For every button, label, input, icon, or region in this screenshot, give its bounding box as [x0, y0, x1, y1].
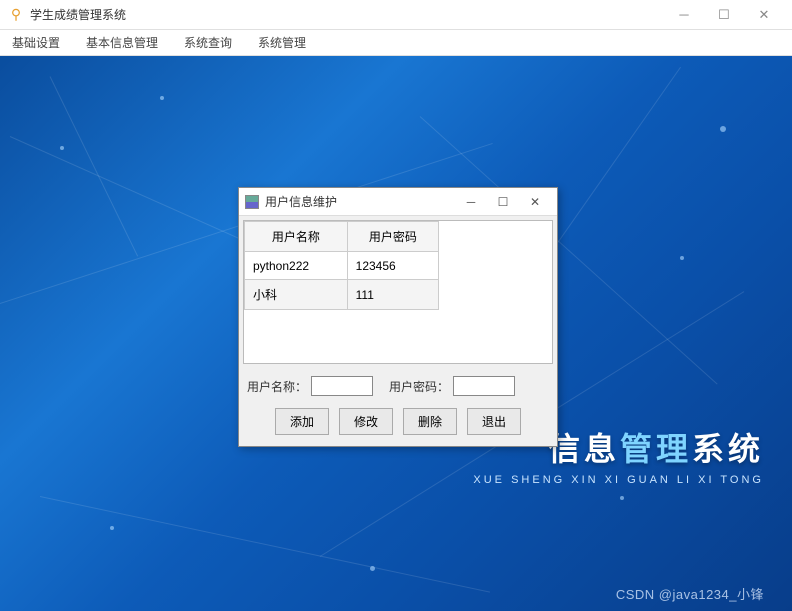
- dialog-minimize-button[interactable]: ─: [455, 191, 487, 213]
- dialog-close-button[interactable]: ✕: [519, 191, 551, 213]
- app-icon: ⚲: [8, 7, 24, 23]
- maximize-button[interactable]: ☐: [704, 2, 744, 28]
- menu-bar: 基础设置 基本信息管理 系统查询 系统管理: [0, 30, 792, 56]
- button-row: 添加 修改 删除 退出: [243, 408, 553, 435]
- menu-basic-settings[interactable]: 基础设置: [8, 31, 64, 54]
- user-info-dialog: 用户信息维护 ─ ☐ ✕ 用户名称 用户密码: [238, 187, 558, 447]
- username-input[interactable]: [311, 376, 373, 396]
- form-row: 用户名称： 用户密码：: [243, 376, 553, 396]
- main-window-controls: ─ ☐ ✕: [664, 2, 784, 28]
- brand-mid: 管理: [620, 431, 692, 467]
- menu-system-query[interactable]: 系统查询: [180, 31, 236, 54]
- watermark: CSDN @java1234_小锋: [616, 584, 764, 603]
- dialog-maximize-button[interactable]: ☐: [487, 191, 519, 213]
- menu-basic-info-manage[interactable]: 基本信息管理: [82, 31, 162, 54]
- main-title-bar: ⚲ 学生成绩管理系统 ─ ☐ ✕: [0, 0, 792, 30]
- cell-username[interactable]: python222: [245, 252, 348, 280]
- label-password: 用户密码：: [389, 378, 449, 395]
- cell-username[interactable]: 小科: [245, 280, 348, 310]
- user-table-wrap: 用户名称 用户密码 python222 123456 小科 111: [243, 220, 553, 364]
- cell-password[interactable]: 111: [347, 280, 438, 310]
- password-input[interactable]: [453, 376, 515, 396]
- table-row[interactable]: 小科 111: [245, 280, 439, 310]
- cell-password[interactable]: 123456: [347, 252, 438, 280]
- main-window: ⚲ 学生成绩管理系统 ─ ☐ ✕ 基础设置 基本信息管理 系统查询 系统管理 信…: [0, 0, 792, 611]
- main-window-title: 学生成绩管理系统: [30, 6, 664, 23]
- dialog-icon: [245, 195, 259, 209]
- brand-pinyin: XUE SHENG XIN XI GUAN LI XI TONG: [473, 474, 764, 486]
- content-area: 信息管理系统 XUE SHENG XIN XI GUAN LI XI TONG …: [0, 56, 792, 611]
- label-username: 用户名称：: [247, 378, 307, 395]
- brand-pre: 信息: [548, 431, 620, 467]
- close-button[interactable]: ✕: [744, 2, 784, 28]
- col-password[interactable]: 用户密码: [347, 222, 438, 252]
- minimize-button[interactable]: ─: [664, 2, 704, 28]
- edit-button[interactable]: 修改: [339, 408, 393, 435]
- user-table[interactable]: 用户名称 用户密码 python222 123456 小科 111: [244, 221, 439, 310]
- add-button[interactable]: 添加: [275, 408, 329, 435]
- table-header-row: 用户名称 用户密码: [245, 222, 439, 252]
- brand-post: 系统: [692, 431, 764, 467]
- dialog-window-controls: ─ ☐ ✕: [455, 191, 551, 213]
- dialog-title: 用户信息维护: [265, 193, 455, 210]
- col-username[interactable]: 用户名称: [245, 222, 348, 252]
- delete-button[interactable]: 删除: [403, 408, 457, 435]
- menu-system-manage[interactable]: 系统管理: [254, 31, 310, 54]
- table-row[interactable]: python222 123456: [245, 252, 439, 280]
- dialog-title-bar: 用户信息维护 ─ ☐ ✕: [239, 188, 557, 216]
- dialog-body: 用户名称 用户密码 python222 123456 小科 111: [239, 216, 557, 446]
- exit-button[interactable]: 退出: [467, 408, 521, 435]
